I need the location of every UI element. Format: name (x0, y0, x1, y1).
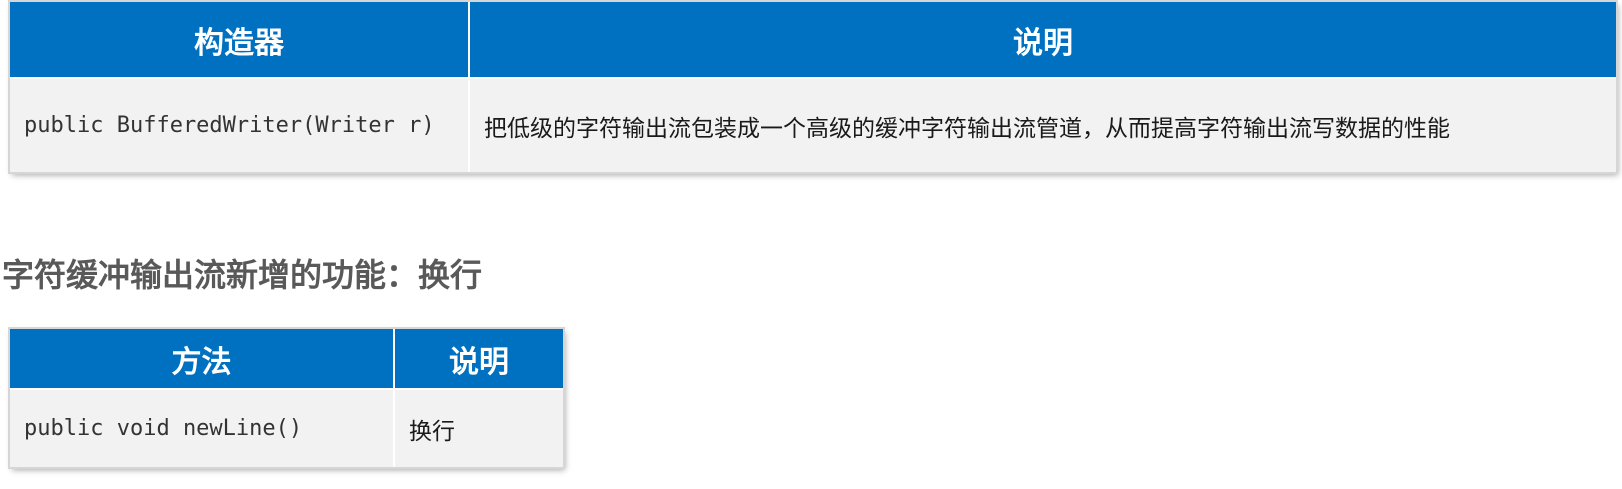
constructor-column-header: 构造器 (10, 2, 470, 78)
constructor-table: 构造器 说明 public BufferedWriter(Writer r) 把… (10, 2, 1616, 172)
method-description-column-header: 说明 (394, 329, 563, 389)
table-row: public void newLine() 换行 (10, 388, 563, 467)
constructor-signature: public BufferedWriter(Writer r) (10, 77, 470, 172)
constructor-description: 把低级的字符输出流包装成一个高级的缓冲字符输出流管道，从而提高字符输出流写数据的… (469, 77, 1616, 172)
description-column-header: 说明 (469, 2, 1616, 78)
method-table: 方法 说明 public void newLine() 换行 (10, 329, 563, 467)
constructor-table-header-row: 构造器 说明 (10, 2, 1616, 78)
method-signature: public void newLine() (10, 388, 395, 467)
section-heading: 字符缓冲输出流新增的功能：换行 (2, 256, 483, 294)
table-row: public BufferedWriter(Writer r) 把低级的字符输出… (10, 77, 1616, 172)
method-description: 换行 (394, 388, 563, 467)
method-column-header: 方法 (10, 329, 395, 389)
method-table-header-row: 方法 说明 (10, 329, 563, 389)
